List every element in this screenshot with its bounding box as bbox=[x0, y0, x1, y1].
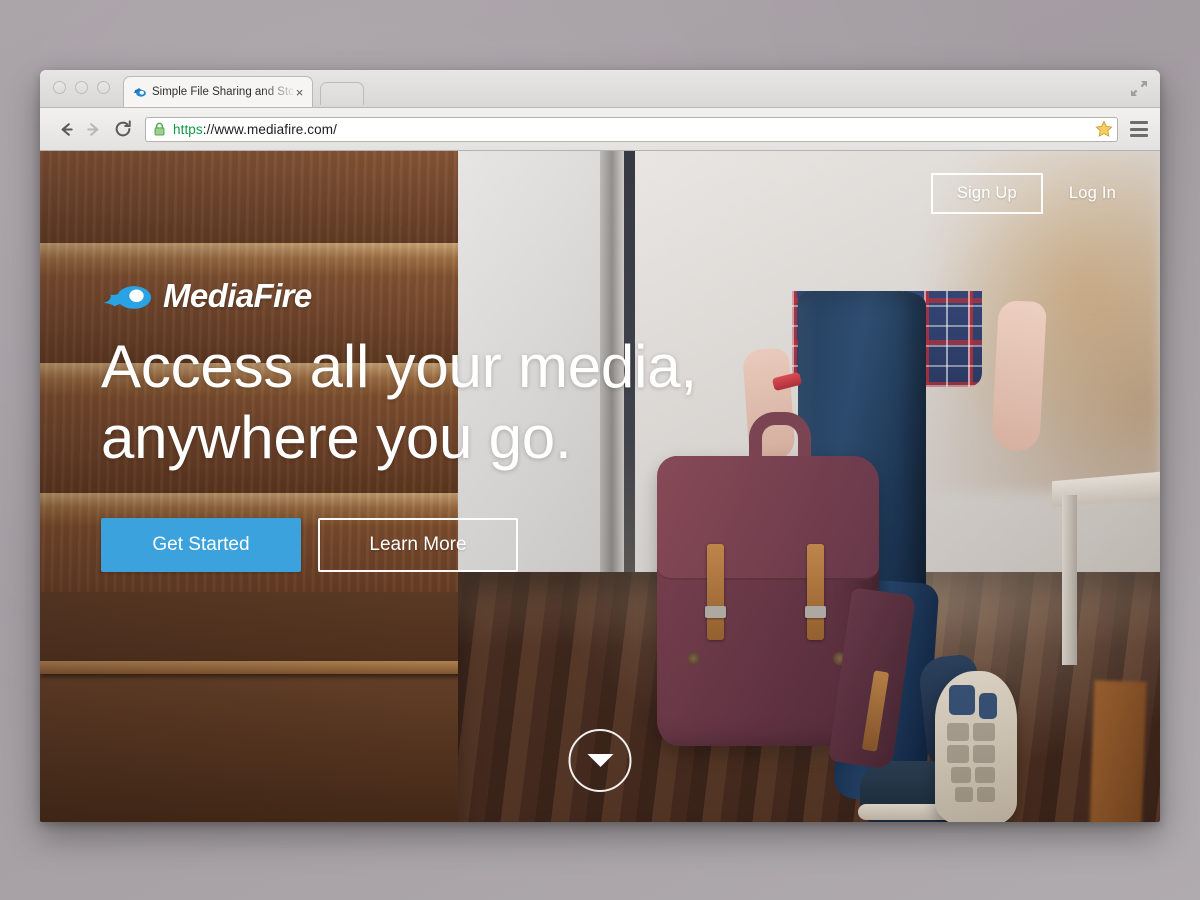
star-icon[interactable] bbox=[1095, 120, 1113, 138]
brand-name: MediaFire bbox=[163, 277, 312, 314]
hero-actions: Get Started Learn More bbox=[101, 517, 697, 572]
mediafire-flame-logo-icon bbox=[101, 276, 157, 316]
menu-bar-1 bbox=[1130, 121, 1148, 124]
hamburger-menu-icon[interactable] bbox=[1130, 121, 1148, 137]
fullscreen-icon[interactable] bbox=[1128, 78, 1150, 99]
headline-line-1: Access all your media, bbox=[101, 333, 697, 400]
backpack-buckle bbox=[805, 606, 826, 618]
front-sneaker-sole bbox=[935, 671, 1017, 822]
site-navigation: Sign Up Log In bbox=[930, 173, 1138, 214]
browser-toolbar: https://www.mediafire.com/ bbox=[40, 108, 1160, 151]
tab-close-icon[interactable]: × bbox=[293, 86, 306, 99]
table-leg bbox=[1062, 495, 1077, 665]
headline-line-2: anywhere you go. bbox=[101, 403, 572, 471]
chevron-down-icon bbox=[587, 754, 613, 767]
wooden-panel bbox=[1089, 680, 1147, 822]
backpack-strap bbox=[807, 544, 824, 640]
browser-tab-strip: Simple File Sharing and Sto × bbox=[40, 70, 1160, 108]
browser-tab-title: Simple File Sharing and Sto bbox=[152, 86, 293, 98]
padlock-icon bbox=[153, 122, 166, 136]
backpack-buckle bbox=[705, 606, 726, 618]
url-scheme: https bbox=[173, 121, 203, 137]
new-tab-button[interactable] bbox=[320, 82, 364, 105]
scroll-down-button[interactable] bbox=[568, 729, 632, 792]
mediafire-favicon-icon bbox=[132, 85, 147, 100]
forward-arrow-icon[interactable] bbox=[81, 116, 107, 142]
url-rest: ://www.mediafire.com/ bbox=[202, 121, 337, 137]
back-arrow-icon[interactable] bbox=[52, 116, 78, 142]
reload-icon[interactable] bbox=[110, 116, 136, 142]
browser-window: Simple File Sharing and Sto × https://ww… bbox=[40, 70, 1160, 822]
url-text: https://www.mediafire.com/ bbox=[173, 122, 1091, 137]
menu-bar-3 bbox=[1130, 134, 1148, 137]
page-viewport: Sign Up Log In MediaFire Access all your… bbox=[40, 151, 1160, 822]
get-started-button[interactable]: Get Started bbox=[101, 517, 301, 572]
url-bar[interactable]: https://www.mediafire.com/ bbox=[145, 116, 1118, 142]
menu-bar-2 bbox=[1130, 127, 1148, 131]
right-arm bbox=[991, 299, 1047, 453]
log-in-link[interactable]: Log In bbox=[1047, 175, 1138, 212]
stair-nosing bbox=[40, 661, 520, 674]
close-button[interactable] bbox=[53, 81, 66, 94]
browser-tab[interactable]: Simple File Sharing and Sto × bbox=[123, 76, 313, 107]
hero-content: MediaFire Access all your media, anywher… bbox=[101, 276, 697, 572]
learn-more-button[interactable]: Learn More bbox=[318, 517, 518, 572]
hero-headline: Access all your media, anywhere you go. bbox=[101, 332, 697, 474]
sign-up-button[interactable]: Sign Up bbox=[930, 173, 1043, 214]
window-traffic-lights bbox=[53, 81, 110, 94]
backpack-strap bbox=[707, 544, 724, 640]
brand-logo[interactable]: MediaFire bbox=[101, 276, 697, 316]
zoom-button[interactable] bbox=[97, 81, 110, 94]
minimize-button[interactable] bbox=[75, 81, 88, 94]
